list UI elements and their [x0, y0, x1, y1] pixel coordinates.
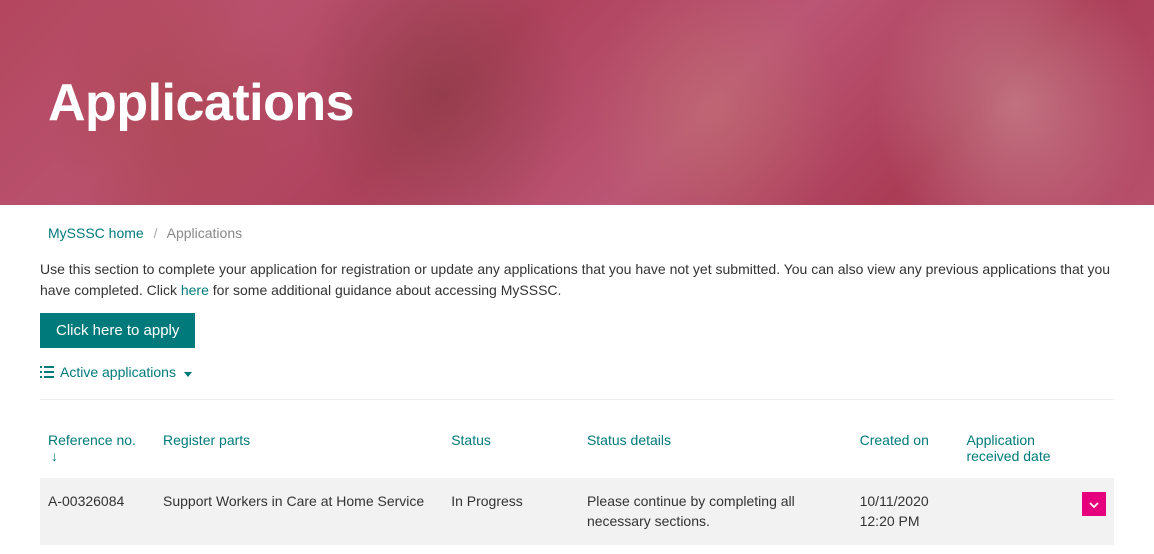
- description-text: Use this section to complete your applic…: [40, 259, 1114, 301]
- active-applications-dropdown[interactable]: Active applications: [40, 364, 192, 380]
- page-title: Applications: [48, 73, 354, 133]
- cell-created-on: 10/11/2020 12:20 PM: [852, 478, 959, 545]
- col-header-received-date[interactable]: Application received date: [958, 422, 1065, 478]
- main-content: MySSSC home / Applications Use this sect…: [0, 205, 1154, 545]
- cell-received-date: [958, 478, 1065, 545]
- table-row: A-00326084 Support Workers in Care at Ho…: [40, 478, 1114, 545]
- guidance-link[interactable]: here: [181, 282, 209, 298]
- col-header-action: [1065, 422, 1114, 478]
- cell-status-details: Please continue by completing all necess…: [579, 478, 852, 545]
- col-header-status-details[interactable]: Status details: [579, 422, 852, 478]
- col-header-status[interactable]: Status: [443, 422, 579, 478]
- cell-reference: A-00326084: [40, 478, 155, 545]
- cell-register-parts: Support Workers in Care at Home Service: [155, 478, 443, 545]
- list-icon: [40, 366, 54, 378]
- cell-action: [1065, 478, 1114, 545]
- breadcrumb-separator: /: [154, 225, 158, 241]
- breadcrumb: MySSSC home / Applications: [40, 205, 1114, 259]
- cell-status: In Progress: [443, 478, 579, 545]
- sort-down-icon: ↓: [51, 448, 58, 464]
- row-action-button[interactable]: [1082, 492, 1106, 516]
- hero-banner: Applications: [0, 0, 1154, 205]
- chevron-down-icon: [1089, 494, 1099, 514]
- breadcrumb-current: Applications: [167, 225, 243, 241]
- caret-down-icon: [182, 364, 192, 380]
- applications-table: Reference no. ↓ Register parts Status St…: [40, 422, 1114, 545]
- filter-row: Active applications: [40, 364, 1114, 400]
- apply-button[interactable]: Click here to apply: [40, 313, 195, 348]
- col-header-created-on[interactable]: Created on: [852, 422, 959, 478]
- col-header-reference[interactable]: Reference no. ↓: [40, 422, 155, 478]
- col-header-register-parts[interactable]: Register parts: [155, 422, 443, 478]
- table-header-row: Reference no. ↓ Register parts Status St…: [40, 422, 1114, 478]
- breadcrumb-home-link[interactable]: MySSSC home: [48, 225, 144, 241]
